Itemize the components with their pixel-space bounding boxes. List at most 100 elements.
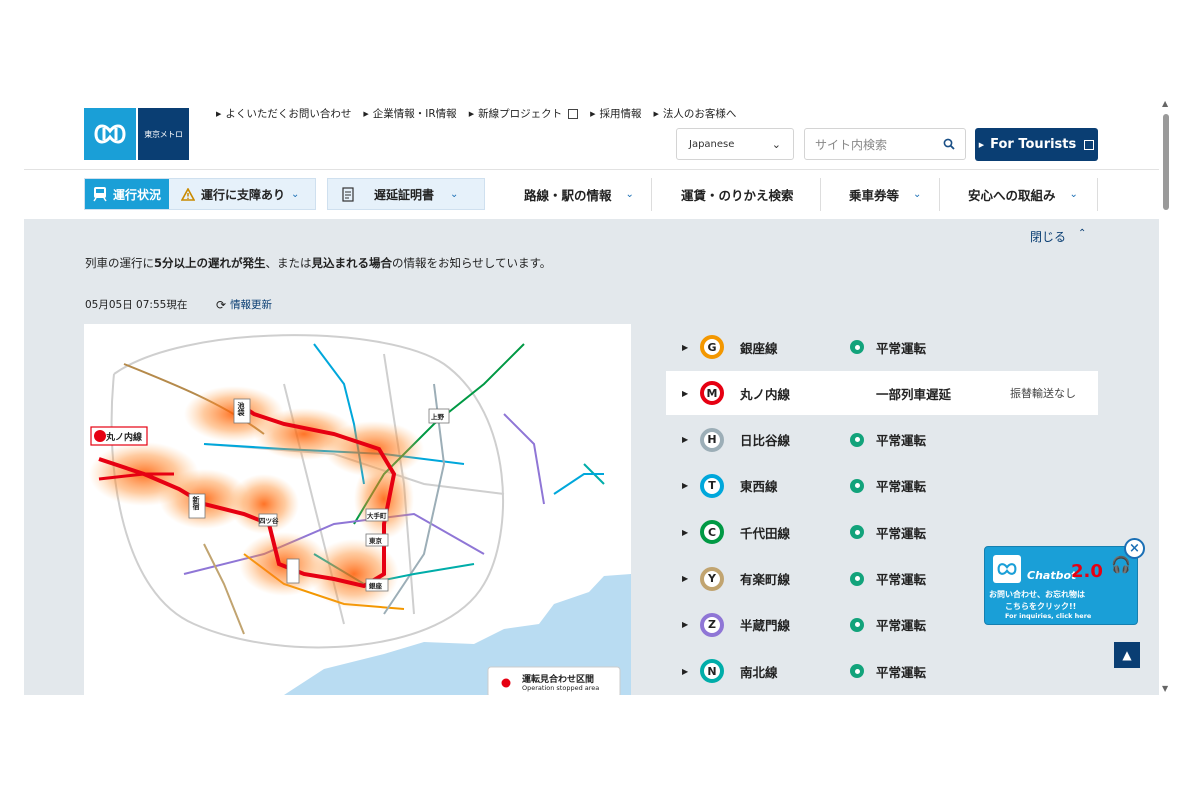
triangle-icon: ▶: [363, 109, 369, 118]
chatbot-line1: お問い合わせ、お忘れ物は: [989, 590, 1085, 599]
expand-arrow-icon: ▶: [682, 435, 689, 445]
line-status: 平常運転: [876, 572, 927, 587]
status-ok-icon: [850, 617, 864, 632]
route-map-drawing: [89, 334, 631, 695]
line-name: 丸ノ内線: [740, 386, 791, 402]
top-link-ir[interactable]: ▶ 企業情報・IR情報: [363, 106, 456, 121]
line-name: 千代田線: [740, 525, 791, 541]
chatbot-close-icon[interactable]: ×: [1124, 538, 1145, 559]
line-status: 平常運転: [876, 479, 927, 495]
line-status-row[interactable]: ▶ G 銀座線 平常運転: [666, 325, 1098, 369]
status-ok-icon: [850, 571, 864, 586]
station-label: 東京: [369, 537, 382, 545]
headset-icon: 🎧: [1111, 555, 1131, 574]
line-status: 平常運転: [876, 618, 927, 634]
triangle-icon: ▶: [468, 109, 475, 118]
chatbot-line2: こちらをクリック!!: [1005, 602, 1077, 611]
status-ok-icon: [850, 340, 864, 354]
line-status-row[interactable]: ▶ T 東西線 平常運転: [666, 464, 1098, 508]
line-status: 平常運転: [876, 664, 927, 680]
route-map[interactable]: 丸ノ内線 運転見合わせ区間 Operation stopped area 池袋 …: [84, 324, 631, 695]
nav-item-safety[interactable]: 安心への取組み ⌄: [968, 178, 1078, 210]
line-badge: H: [700, 427, 724, 452]
line-status-row[interactable]: ▶ H 日比谷線 平常運転: [666, 418, 1098, 462]
refresh-button[interactable]: ⟳ 情報更新: [216, 297, 272, 312]
line-badge: G: [700, 335, 724, 359]
top-link-recruit[interactable]: ▶ 採用情報: [590, 106, 641, 121]
triangle-icon: ▶: [590, 109, 596, 118]
chatbot-line3: For inquiries, click here: [1005, 612, 1092, 620]
external-link-icon: [568, 108, 579, 119]
metro-logo[interactable]: [84, 108, 136, 160]
line-name: 日比谷線: [740, 433, 791, 449]
metro-logo-icon: [94, 124, 126, 144]
top-link-business[interactable]: ▶ 法人のお客様へ: [653, 106, 736, 121]
logo-wordmark: 東京メトロ: [138, 108, 189, 160]
scrollbar-thumb[interactable]: [1163, 114, 1169, 210]
line-badge: N: [700, 659, 724, 684]
line-badge: M: [700, 381, 724, 406]
notice-text: 列車の運行に5分以上の遅れが発生、または見込まれる場合の情報をお知らせしています…: [85, 256, 552, 270]
for-tourists-button[interactable]: ▶ For Tourists: [975, 128, 1098, 161]
close-panel-button[interactable]: 閉じる ⌃: [1030, 228, 1086, 245]
line-name: 有楽町線: [740, 572, 791, 587]
scroll-down-arrow[interactable]: ▼: [1162, 684, 1168, 693]
site-search-input[interactable]: サイト内検索: [804, 128, 966, 160]
chatbot-title: Chatbot: [1027, 569, 1077, 582]
expand-arrow-icon: ▶: [682, 527, 689, 537]
nav-divider: [820, 178, 821, 211]
warning-icon: [181, 187, 196, 201]
expand-arrow-icon: ▶: [682, 388, 689, 398]
line-status: 平常運転: [876, 433, 927, 449]
line-badge: T: [700, 473, 724, 498]
operation-status-dropdown[interactable]: 運行状況 運行に支障あり ⌄: [84, 178, 316, 210]
top-link-faq[interactable]: ▶ よくいただくお問い合わせ: [216, 106, 351, 121]
station-label: 新宿: [192, 496, 200, 510]
line-status-row[interactable]: ▶ N 南北線 平常運転: [666, 649, 1098, 693]
external-link-icon: [1084, 139, 1095, 150]
line-status: 平常運転: [876, 525, 927, 541]
line-name: 東西線: [740, 479, 778, 495]
triangle-icon: ▶: [653, 109, 659, 118]
station-label: 銀座: [369, 582, 382, 590]
map-line-tag: 丸ノ内線: [106, 433, 143, 443]
chatbot-widget[interactable]: Chatbot 2.0 🎧 お問い合わせ、お忘れ物は こちらをクリック!! Fo…: [984, 546, 1138, 625]
station-label: 大手町: [367, 512, 387, 520]
search-icon[interactable]: [943, 138, 955, 150]
refresh-icon: ⟳: [216, 297, 227, 312]
nav-divider: [651, 178, 652, 211]
chevron-up-icon: ⌃: [1078, 228, 1087, 239]
status-ok-icon: [850, 664, 864, 679]
chatbot-version: 2.0: [1071, 561, 1103, 582]
chevron-down-icon: ⌄: [913, 188, 922, 200]
line-badge: Z: [700, 612, 724, 637]
line-badge: Y: [700, 566, 724, 591]
document-icon: [342, 186, 354, 202]
expand-arrow-icon: ▶: [682, 481, 689, 491]
line-status-row[interactable]: ▶ M 丸ノ内線 一部列車遅延 振替輸送なし: [666, 371, 1098, 416]
station-label: 上野: [431, 413, 444, 421]
back-to-top-button[interactable]: ▲: [1114, 642, 1140, 668]
status-ok-icon: [850, 478, 864, 493]
chevron-down-icon: ⌄: [450, 188, 459, 200]
expand-arrow-icon: ▶: [682, 574, 689, 583]
language-select[interactable]: Japanese ⌄: [676, 128, 794, 160]
nav-item-fare-search[interactable]: 運賃・のりかえ検索: [681, 178, 794, 210]
top-link-newline[interactable]: ▶ 新線プロジェクト: [468, 106, 579, 121]
map-legend-en: Operation stopped area: [522, 684, 600, 692]
train-icon: [93, 187, 107, 202]
delay-certificate-dropdown[interactable]: 遅延証明書 ⌄: [327, 178, 485, 210]
header-divider: [24, 169, 1159, 170]
nav-item-routes[interactable]: 路線・駅の情報 ⌄: [524, 178, 634, 210]
expand-arrow-icon: ▶: [682, 666, 689, 676]
expand-arrow-icon: ▶: [682, 620, 689, 630]
triangle-icon: ▶: [216, 109, 222, 118]
line-badge: C: [700, 520, 724, 545]
status-ok-icon: [850, 432, 864, 447]
scroll-up-arrow[interactable]: ▲: [1162, 99, 1168, 108]
nav-divider: [1097, 178, 1098, 211]
nav-item-tickets[interactable]: 乗車券等 ⌄: [849, 178, 921, 210]
chevron-down-icon: ⌄: [291, 188, 300, 200]
chevron-down-icon: ⌄: [1069, 188, 1078, 200]
nav-divider: [939, 178, 940, 211]
